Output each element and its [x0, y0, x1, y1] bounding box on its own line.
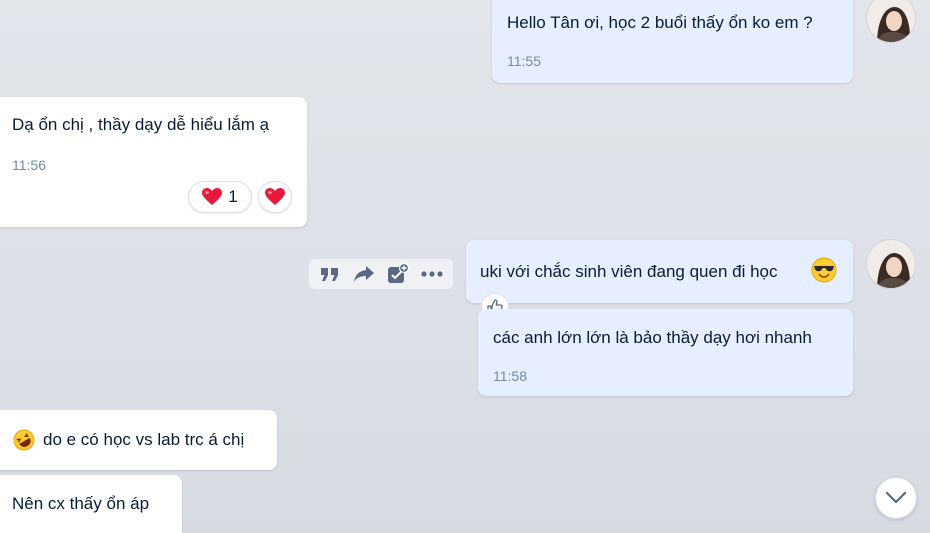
message-bubble-incoming[interactable]: do e có học vs lab trc á chị	[0, 410, 277, 470]
forward-icon[interactable]	[352, 262, 376, 286]
message-bubble-outgoing[interactable]: các anh lớn lớn là bảo thầy dạy hơi nhan…	[478, 309, 853, 396]
message-text: Nên cx thấy ổn áp	[12, 494, 150, 513]
smiling-face-with-sunglasses-icon	[811, 257, 837, 283]
message-text: uki với chắc sinh viên đang quen đi học	[480, 262, 778, 281]
quote-icon[interactable]	[318, 262, 342, 286]
message-bubble-outgoing[interactable]: uki với chắc sinh viên đang quen đi học	[466, 240, 853, 303]
message-bubble-outgoing[interactable]: Hello Tân ơi, học 2 buổi thấy ổn ko em ?…	[492, 0, 853, 83]
reaction-heart-count[interactable]: 1	[188, 181, 252, 213]
sender-avatar[interactable]	[866, 239, 916, 289]
scroll-to-bottom-button[interactable]	[875, 477, 917, 519]
message-time: 11:56	[12, 157, 46, 173]
avatar-image	[867, 0, 915, 42]
react-heart-button[interactable]	[258, 181, 292, 213]
message-bubble-incoming[interactable]: Nên cx thấy ổn áp	[0, 475, 182, 533]
message-action-toolbar	[309, 259, 453, 289]
message-time: 11:58	[493, 368, 527, 384]
heart-icon	[265, 188, 285, 205]
rolling-on-floor-laughing-icon	[13, 429, 35, 451]
sender-avatar[interactable]	[866, 0, 916, 43]
more-icon[interactable]	[420, 262, 444, 286]
add-task-icon[interactable]	[386, 262, 410, 286]
message-text: Hello Tân ơi, học 2 buổi thấy ổn ko em ?	[507, 13, 813, 32]
message-time: 11:55	[507, 53, 541, 69]
reaction-count: 1	[228, 187, 238, 206]
message-text: do e có học vs lab trc á chị	[43, 430, 245, 449]
heart-icon	[202, 188, 223, 205]
message-text: các anh lớn lớn là bảo thầy dạy hơi nhan…	[493, 328, 812, 347]
message-text: Dạ ổn chị , thầy dạy dễ hiểu lắm ạ	[12, 115, 270, 134]
avatar-image	[867, 240, 915, 288]
chevron-down-icon	[885, 491, 907, 504]
